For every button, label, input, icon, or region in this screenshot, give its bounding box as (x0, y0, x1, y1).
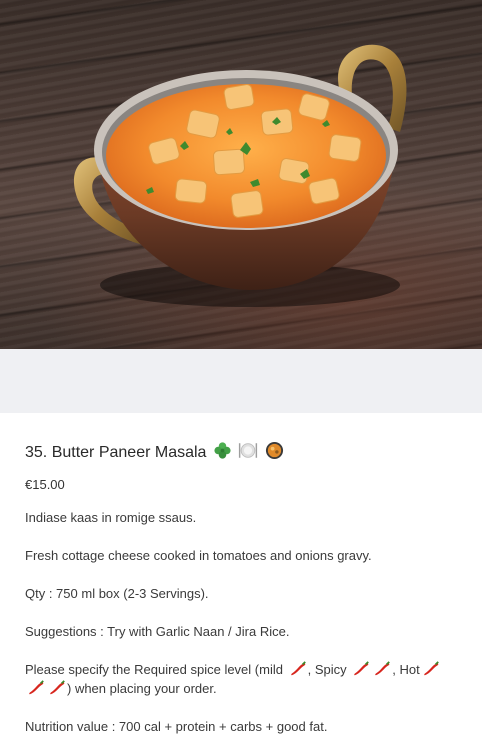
suggestions-info: Suggestions : Try with Garlic Naan / Jir… (25, 624, 290, 639)
product-details: 35. Butter Paneer Masala €15.00 Indiase … (25, 441, 465, 755)
spice-prefix: Please specify the Required spice level … (25, 662, 283, 677)
product-title-row: 35. Butter Paneer Masala (25, 441, 465, 464)
description-dutch: Indiase kaas in romige ssaus. (25, 510, 197, 525)
nutrition-info: Nutrition value : 700 cal + protein + ca… (25, 719, 328, 734)
curry-bowl-icon (265, 441, 283, 460)
quantity-info: Qty : 750 ml box (2-3 Servings). (25, 586, 209, 601)
curry-bowl-image (73, 44, 407, 307)
spice-level-info: Please specify the Required spice level … (25, 660, 465, 698)
chili-pepper-icon (50, 680, 65, 695)
chili-pepper-icon (29, 680, 44, 695)
shamrock-icon (214, 442, 231, 459)
spice-spicy-label: , Spicy (307, 662, 347, 677)
chili-pepper-icon (290, 661, 306, 676)
separator-band (0, 349, 482, 413)
spice-suffix: ) when placing your order. (67, 681, 217, 696)
spice-hot-label: , Hot (392, 662, 420, 677)
product-price: €15.00 (25, 477, 65, 492)
chili-pepper-icon (423, 661, 439, 676)
description-english: Fresh cottage cheese cooked in tomatoes … (25, 548, 372, 563)
product-title: 35. Butter Paneer Masala (25, 444, 207, 461)
product-photo (0, 0, 482, 349)
chili-pepper-icon (375, 661, 391, 676)
chili-pepper-icon (354, 661, 370, 676)
plate-cutlery-icon (239, 443, 258, 458)
